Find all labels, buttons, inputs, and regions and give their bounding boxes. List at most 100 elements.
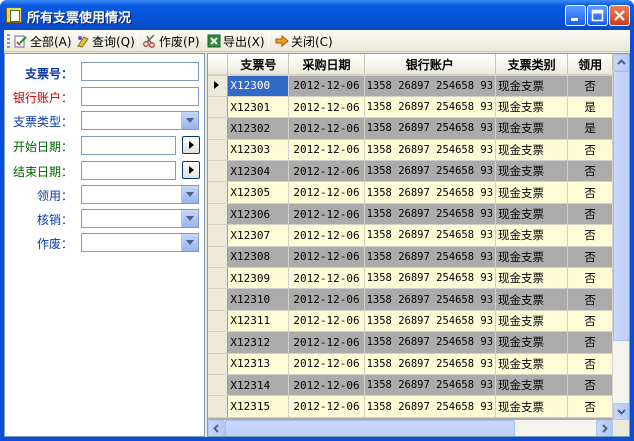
row-header[interactable] <box>208 181 229 204</box>
start-date-picker-button[interactable] <box>182 136 200 154</box>
voided-select[interactable] <box>81 233 199 252</box>
table-cell[interactable]: 否 <box>567 181 613 204</box>
table-cell[interactable]: 否 <box>567 395 613 418</box>
table-cell[interactable]: X12307 <box>227 224 290 247</box>
start-date-input[interactable] <box>81 136 176 155</box>
table-row[interactable]: X12314 2012-12-06 1358 26897 254658 93 现金支票… <box>208 374 613 397</box>
table-cell[interactable]: 现金支票 <box>495 75 569 97</box>
table-cell[interactable]: 2012-12-06 <box>288 181 365 204</box>
table-row[interactable]: X12310 2012-12-06 1358 26897 254658 93 现金支票… <box>208 288 613 311</box>
table-cell[interactable]: 否 <box>567 288 613 311</box>
received-select[interactable] <box>81 185 199 204</box>
table-cell[interactable]: 2012-12-06 <box>288 117 365 140</box>
table-cell[interactable]: X12314 <box>227 374 290 397</box>
table-cell[interactable]: 否 <box>567 160 613 183</box>
end-date-picker-button[interactable] <box>182 161 200 179</box>
table-cell[interactable]: X12304 <box>227 160 290 183</box>
table-row[interactable]: X12301 2012-12-06 1358 26897 254658 93 现金支票… <box>208 96 613 119</box>
cheque-no-input[interactable] <box>81 62 199 81</box>
cheque-grid[interactable]: 支票号 采购日期 银行账户 支票类别 领用 X12300 2012-12-06 13… <box>207 53 630 437</box>
cheque-type-select[interactable] <box>81 111 199 130</box>
scroll-right-button[interactable] <box>596 420 613 436</box>
scroll-down-button[interactable] <box>613 403 629 420</box>
close-button[interactable]: 关闭(C) <box>275 33 333 49</box>
table-cell[interactable]: 现金支票 <box>495 96 569 119</box>
table-cell[interactable]: 1358 26897 254658 93 <box>364 331 497 354</box>
table-cell[interactable]: 1358 26897 254658 93 <box>364 203 497 226</box>
table-row[interactable]: X12303 2012-12-06 1358 26897 254658 93 现金支票… <box>208 139 613 162</box>
chevron-down-icon[interactable] <box>181 210 198 227</box>
table-cell[interactable]: 否 <box>567 353 613 375</box>
table-cell[interactable]: 2012-12-06 <box>288 160 365 183</box>
table-cell[interactable]: X12310 <box>227 288 290 311</box>
row-header[interactable] <box>208 288 229 311</box>
column-header[interactable]: 支票类别 <box>495 54 569 76</box>
row-header[interactable] <box>208 75 229 97</box>
column-header[interactable]: 采购日期 <box>288 54 365 76</box>
table-row[interactable]: X12302 2012-12-06 1358 26897 254658 93 现金支票… <box>208 117 613 140</box>
query-button[interactable]: 查询(Q) <box>76 33 135 49</box>
table-cell[interactable]: X12300 <box>227 75 290 97</box>
toolbar-grip[interactable] <box>7 34 10 48</box>
table-cell[interactable]: 现金支票 <box>495 117 569 140</box>
row-header[interactable] <box>208 160 229 183</box>
table-cell[interactable]: 是 <box>567 96 613 119</box>
minimize-button[interactable] <box>565 5 586 26</box>
table-cell[interactable]: X12311 <box>227 310 290 333</box>
table-cell[interactable]: 否 <box>567 203 613 226</box>
maximize-button[interactable] <box>587 5 608 26</box>
row-header[interactable] <box>208 224 229 247</box>
table-cell[interactable]: 现金支票 <box>495 395 569 418</box>
end-date-input[interactable] <box>81 161 176 180</box>
table-cell[interactable]: X12305 <box>227 181 290 204</box>
table-cell[interactable]: 2012-12-06 <box>288 203 365 226</box>
table-cell[interactable]: 1358 26897 254658 93 <box>364 246 497 269</box>
table-cell[interactable]: 2012-12-06 <box>288 353 365 375</box>
table-cell[interactable]: 现金支票 <box>495 331 569 354</box>
table-cell[interactable]: X12301 <box>227 96 290 119</box>
table-row[interactable]: X12315 2012-12-06 1358 26897 254658 93 现金支票… <box>208 395 613 418</box>
row-header[interactable] <box>208 139 229 162</box>
table-cell[interactable]: 1358 26897 254658 93 <box>364 288 497 311</box>
chevron-down-icon[interactable] <box>181 112 198 129</box>
table-cell[interactable]: 2012-12-06 <box>288 395 365 418</box>
table-cell[interactable]: 1358 26897 254658 93 <box>364 160 497 183</box>
table-row[interactable]: X12308 2012-12-06 1358 26897 254658 93 现金支票… <box>208 246 613 269</box>
row-header[interactable] <box>208 374 229 397</box>
table-cell[interactable]: 2012-12-06 <box>288 288 365 311</box>
table-cell[interactable]: 1358 26897 254658 93 <box>364 181 497 204</box>
row-header[interactable] <box>208 246 229 269</box>
table-cell[interactable]: 2012-12-06 <box>288 246 365 269</box>
table-cell[interactable]: 否 <box>567 331 613 354</box>
row-header[interactable] <box>208 395 229 418</box>
row-header[interactable] <box>208 203 229 226</box>
table-cell[interactable]: 2012-12-06 <box>288 75 365 97</box>
table-cell[interactable]: 2012-12-06 <box>288 139 365 162</box>
table-cell[interactable]: 现金支票 <box>495 288 569 311</box>
table-row[interactable]: X12300 2012-12-06 1358 26897 254658 93 现金支票… <box>208 75 613 97</box>
table-cell[interactable]: 1358 26897 254658 93 <box>364 310 497 333</box>
table-cell[interactable]: X12308 <box>227 246 290 269</box>
vertical-scrollbar[interactable] <box>613 54 629 420</box>
table-cell[interactable]: X12315 <box>227 395 290 418</box>
table-cell[interactable]: 现金支票 <box>495 203 569 226</box>
table-cell[interactable]: 现金支票 <box>495 224 569 247</box>
table-cell[interactable]: 现金支票 <box>495 246 569 269</box>
bank-account-input[interactable] <box>81 87 199 106</box>
table-cell[interactable]: 否 <box>567 224 613 247</box>
table-cell[interactable]: 现金支票 <box>495 267 569 290</box>
table-row[interactable]: X12307 2012-12-06 1358 26897 254658 93 现金支票… <box>208 224 613 247</box>
export-button[interactable]: 导出(X) <box>207 33 265 49</box>
column-header[interactable]: 支票号 <box>227 54 290 76</box>
table-cell[interactable]: 1358 26897 254658 93 <box>364 117 497 140</box>
table-cell[interactable]: 1358 26897 254658 93 <box>364 374 497 397</box>
table-cell[interactable]: 2012-12-06 <box>288 267 365 290</box>
table-cell[interactable]: 1358 26897 254658 93 <box>364 139 497 162</box>
row-header[interactable] <box>208 96 229 119</box>
table-row[interactable]: X12312 2012-12-06 1358 26897 254658 93 现金支票… <box>208 331 613 354</box>
all-button[interactable]: 全部(A) <box>14 33 72 49</box>
table-cell[interactable]: 1358 26897 254658 93 <box>364 224 497 247</box>
title-bar[interactable]: 所有支票使用情况 <box>0 0 634 30</box>
horizontal-scrollbar-thumb[interactable] <box>225 420 515 436</box>
row-header[interactable] <box>208 310 229 333</box>
